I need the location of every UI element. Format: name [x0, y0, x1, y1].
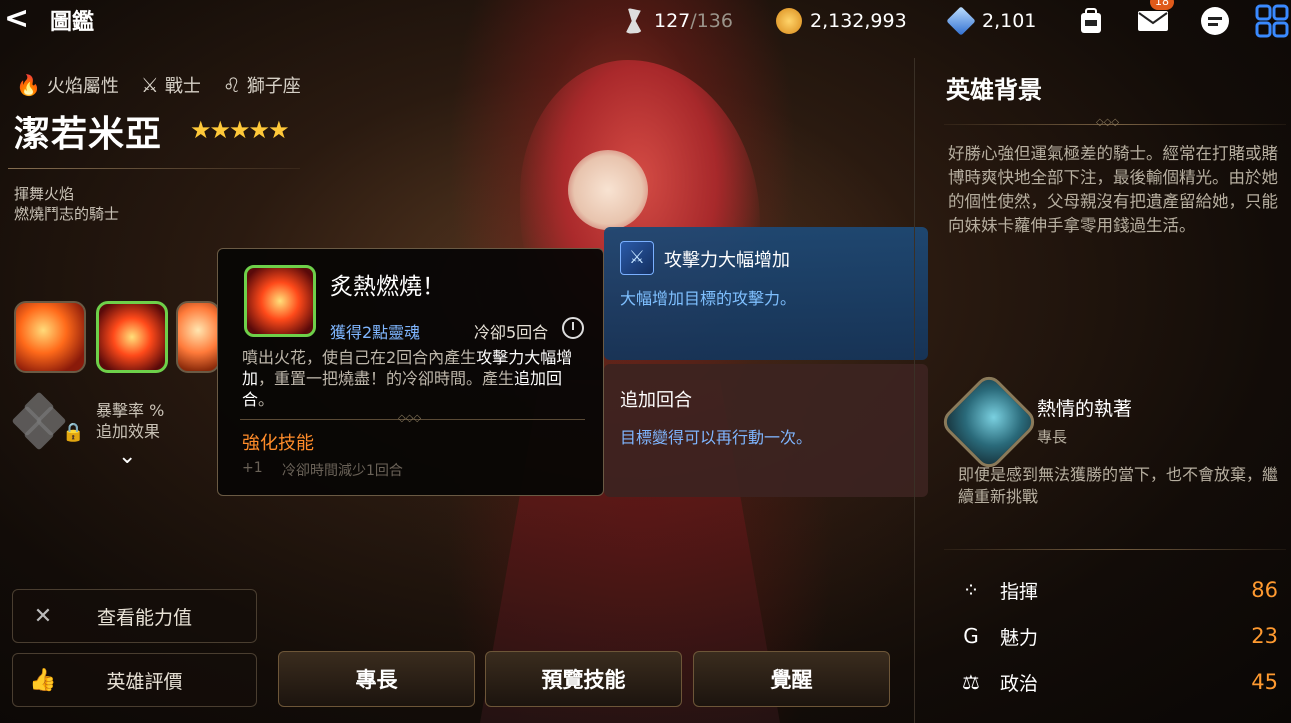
- crit-info: 暴擊率 % 追加效果: [96, 400, 164, 442]
- awaken-button[interactable]: 覺醒: [693, 651, 890, 707]
- stat-label: 魅力: [1000, 626, 1039, 649]
- chevron-down-icon[interactable]: ⌄: [118, 444, 136, 469]
- stopwatch-icon: [562, 317, 584, 339]
- zodiac-label: 獅子座: [246, 76, 301, 97]
- hero-review-label: 英雄評價: [106, 670, 183, 693]
- extra-effect-label: 追加效果: [96, 422, 161, 441]
- specialty-button[interactable]: 專長: [278, 651, 475, 707]
- star-rating: ★★★★★: [190, 116, 290, 144]
- skill-popup-icon: [244, 265, 316, 337]
- hero-attributes: 🔥 火焰屬性 ⚔ 戰士 ♌ 獅子座: [16, 72, 301, 98]
- skill-desc-part: 。: [258, 390, 275, 409]
- stat-row-charm: G 魅力 23: [956, 619, 1278, 653]
- gold-display: 2,132,993: [776, 6, 907, 36]
- skill-2-icon[interactable]: [96, 301, 168, 373]
- warrior-class-icon: ⚔: [140, 73, 159, 97]
- specialty-label: 專長: [1037, 428, 1068, 446]
- stat-value: 86: [1251, 578, 1278, 602]
- chat-icon[interactable]: [1196, 2, 1234, 40]
- stamina-display: 127/136: [620, 6, 733, 36]
- specialty-name: 熱情的執著: [1037, 398, 1133, 420]
- gold-value: 2,132,993: [810, 10, 907, 32]
- gold-icon: [776, 8, 802, 34]
- hero-face-art: [568, 150, 648, 230]
- extra-turn-description: 目標變得可以再行動一次。: [620, 428, 813, 447]
- mail-icon[interactable]: 18: [1134, 0, 1174, 40]
- stat-value: 45: [1251, 670, 1278, 694]
- extra-turn-title: 追加回合: [620, 390, 692, 411]
- background-title: 英雄背景: [946, 76, 1042, 104]
- command-icon: ⁘: [962, 578, 980, 602]
- hero-review-button[interactable]: 👍 英雄評價: [12, 653, 257, 707]
- preview-skill-button[interactable]: 預覽技能: [485, 651, 682, 707]
- enhance-skill-title: 強化技能: [242, 433, 314, 454]
- tagline-line-1: 揮舞火焰: [14, 185, 75, 203]
- skill-desc-part: ，重置一把燒盡！的冷卻時間。產生: [258, 369, 515, 388]
- buff-description: 大幅增加目標的攻擊力。: [620, 289, 797, 308]
- skill-desc-part: 噴出火花，使自己在2回合內產生: [242, 348, 477, 367]
- enhance-level: +1: [242, 460, 263, 476]
- gem-icon: [946, 6, 976, 36]
- fire-element-icon: 🔥: [16, 73, 41, 97]
- attack-up-icon: ⚔: [620, 241, 654, 275]
- skill-1-icon[interactable]: [14, 301, 86, 373]
- divider-ornament-icon: ◇◇◇: [398, 413, 422, 424]
- stat-label: 政治: [1000, 672, 1039, 695]
- leo-zodiac-icon: ♌: [222, 73, 241, 97]
- gem-value: 2,101: [982, 10, 1037, 32]
- extra-turn-tooltip: 追加回合 目標變得可以再行動一次。: [604, 364, 928, 497]
- stamina-max: /136: [690, 10, 733, 32]
- divider: [8, 168, 300, 169]
- skill-cooldown: 冷卻5回合: [474, 323, 549, 342]
- stamina-current: 127: [654, 10, 691, 32]
- charm-icon: G: [963, 624, 979, 648]
- stamina-icon: [625, 8, 643, 34]
- divider: [944, 549, 1286, 550]
- thumbs-up-icon: 👍: [29, 667, 57, 693]
- gem-display: 2,101: [946, 6, 1037, 36]
- stat-label: 指揮: [1000, 580, 1039, 603]
- skill-3-icon[interactable]: [176, 301, 220, 373]
- mail-badge: 18: [1150, 0, 1174, 10]
- specialty-description: 即便是感到無法獲勝的當下，也不會放棄，繼續重新挑戰: [958, 465, 1279, 506]
- skill-detail-popup: 炙熱燃燒！ 獲得2點靈魂 冷卻5回合 噴出火花，使自己在2回合內產生攻擊力大幅增…: [217, 248, 604, 496]
- locked-rune-group[interactable]: 🔒: [11, 391, 85, 451]
- crit-label: 暴擊率 %: [96, 401, 165, 420]
- hero-tagline: 揮舞火焰 燃燒鬥志的騎士: [14, 184, 119, 224]
- class-label: 戰士: [164, 76, 201, 97]
- element-label: 火焰屬性: [46, 76, 119, 97]
- attack-buff-tooltip: ⚔ 攻擊力大幅增加 大幅增加目標的攻擊力。: [604, 227, 928, 360]
- buff-title: 攻擊力大幅增加: [664, 250, 790, 271]
- tagline-line-2: 燃燒鬥志的騎士: [14, 205, 120, 223]
- stat-value: 23: [1251, 624, 1278, 648]
- skill-description: 噴出火花，使自己在2回合內產生攻擊力大幅增加，重置一把燒盡！的冷卻時間。產生追加…: [242, 347, 592, 410]
- skill-soul-gain: 獲得2點靈魂: [330, 323, 421, 342]
- page-title: 圖鑑: [50, 10, 95, 35]
- backpack-icon[interactable]: [1072, 2, 1110, 40]
- background-text: 好勝心強但運氣極差的騎士。經常在打賭或賭博時爽快地全部下注，最後輸個精光。由於她…: [948, 144, 1278, 235]
- menu-grid-icon[interactable]: [1253, 2, 1291, 40]
- back-button[interactable]: <: [4, 2, 40, 38]
- crossed-swords-icon: ✕: [33, 603, 53, 629]
- hero-name: 潔若米亞: [14, 114, 163, 155]
- divider-ornament-icon: ◇◇◇: [1096, 117, 1120, 128]
- lock-icon: 🔒: [62, 422, 85, 443]
- view-stats-label: 查看能力值: [96, 606, 192, 629]
- view-stats-button[interactable]: ✕ 查看能力值: [12, 589, 257, 643]
- stat-row-command: ⁘ 指揮 86: [956, 573, 1278, 607]
- stat-row-politics: ⚖ 政治 45: [956, 665, 1278, 699]
- enhance-description: 冷卻時間減少1回合: [282, 463, 403, 479]
- skill-title: 炙熱燃燒！: [330, 274, 445, 300]
- politics-icon: ⚖: [962, 670, 980, 694]
